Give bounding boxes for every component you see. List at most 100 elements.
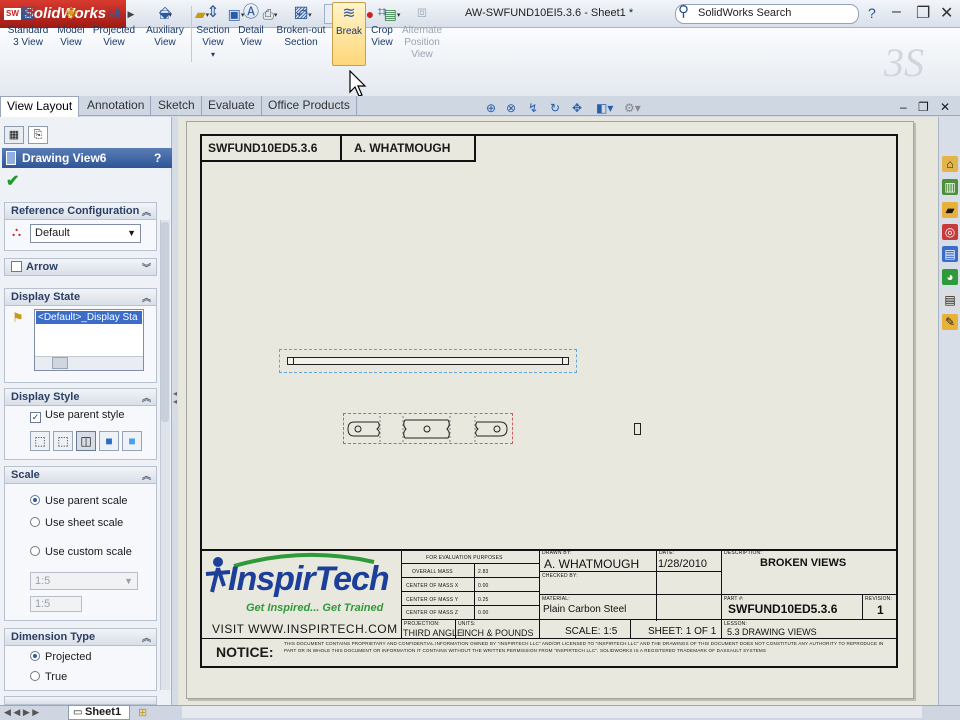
use-parent-scale-radio[interactable]: Use parent scale	[30, 495, 128, 507]
tab-office-products[interactable]: Office Products	[262, 96, 357, 116]
part-number-box: SWFUND10ED5.3.6	[200, 134, 342, 162]
file-explorer-icon[interactable]: ▰	[942, 202, 958, 218]
arrow-checkbox[interactable]	[11, 261, 22, 272]
alternate-position-view-icon: ⧈	[416, 4, 428, 21]
custom-properties-icon[interactable]: ▤	[942, 292, 958, 308]
tb-vline	[656, 549, 657, 621]
view-palette-icon[interactable]: ▤	[942, 246, 958, 262]
detail-view-button[interactable]: Ⓐ Detail View	[234, 2, 268, 66]
tab-nav-icons[interactable]: ◀ ◀ ▶ ▶	[4, 707, 39, 718]
search-icon[interactable]: ⚲	[678, 2, 689, 20]
wireframe-icon[interactable]: ⬚	[30, 431, 50, 451]
use-parent-style-checkbox[interactable]: ✓ Use parent style	[30, 409, 124, 423]
tab-annotation[interactable]: Annotation	[81, 96, 152, 116]
sheet-value: SHEET: 1 OF 1	[648, 626, 717, 637]
scale-combo-value: 1:5	[35, 575, 51, 587]
help-icon[interactable]: ?	[868, 5, 876, 21]
tab-sketch[interactable]: Sketch	[152, 96, 202, 116]
close-doc-icon[interactable]: ✕	[940, 100, 950, 114]
arrow-header[interactable]: Arrow ︾	[4, 258, 157, 276]
design-library-icon[interactable]: ▥	[942, 179, 958, 195]
display-state-header[interactable]: Display State ︽	[4, 288, 157, 306]
help-button[interactable]: ?	[154, 148, 161, 168]
use-custom-scale-radio[interactable]: Use custom scale	[30, 546, 132, 558]
custom-scale-field[interactable]: 1:5	[30, 596, 82, 612]
property-manager-tab-icon[interactable]: ⎘	[28, 126, 48, 144]
appearances-icon[interactable]: ◕	[942, 269, 958, 285]
tab-view-layout[interactable]: View Layout	[0, 96, 80, 117]
solidworks-forum-icon[interactable]: ✎	[942, 314, 958, 330]
restore-icon[interactable]: ❐	[916, 3, 930, 23]
rotate-icon[interactable]: ↻	[550, 101, 560, 115]
checked-by-label: CHECKED BY:	[542, 573, 578, 579]
standard-3-view-button[interactable]: ▦ Standard 3 View	[6, 2, 50, 66]
add-sheet-icon[interactable]: ⊞	[138, 706, 147, 719]
dropdown-arrow-icon[interactable]: ▾	[211, 50, 215, 59]
dimension-type-header[interactable]: Dimension Type ︽	[4, 628, 157, 646]
auxiliary-view-button[interactable]: ⬙ Auxiliary View	[142, 2, 188, 66]
previous-view-icon[interactable]: ↯	[528, 101, 538, 115]
radio-label: Use custom scale	[45, 546, 132, 558]
hidden-lines-removed-icon[interactable]: ◫	[76, 431, 96, 451]
ok-checkmark-icon[interactable]: ✔	[6, 171, 19, 191]
custom-scale-select[interactable]: 1:5 ▼	[30, 572, 138, 590]
configuration-select[interactable]: Default ▼	[30, 224, 141, 243]
collapse-icon[interactable]: ︽	[142, 204, 151, 220]
checkbox-checked[interactable]: ✓	[30, 412, 41, 423]
pan-icon[interactable]: ✥	[572, 101, 582, 115]
drawn-by-value: A. WHATMOUGH	[544, 557, 640, 571]
section-view-button[interactable]: ⇕ Section View ▾	[194, 2, 232, 66]
toolbar-separator	[191, 6, 192, 62]
restore-doc-icon[interactable]: ❐	[918, 100, 929, 114]
display-style-icon[interactable]: ◧▾	[596, 101, 613, 115]
projected-view-button[interactable]: ⧉ Projected View	[90, 2, 138, 66]
feature-manager-tab-icon[interactable]: ▦	[4, 126, 24, 144]
solidworks-resources-icon[interactable]: ⌂	[942, 156, 958, 172]
view-settings-icon[interactable]: ⚙▾	[624, 101, 641, 115]
tb-hline	[401, 605, 539, 606]
horizontal-scrollbar[interactable]	[182, 706, 922, 718]
display-style-header[interactable]: Display Style ︽	[4, 388, 157, 406]
configuration-icon: ⛬	[12, 224, 22, 239]
search-results-icon[interactable]: ◎	[942, 224, 958, 240]
display-state-item[interactable]: <Default>_Display Sta	[36, 311, 142, 324]
shaded-icon[interactable]: ■	[122, 431, 142, 451]
scrollbar-thumb[interactable]	[52, 357, 68, 369]
collapse-icon[interactable]: ︽	[142, 630, 151, 646]
reference-configuration-header[interactable]: Reference Configuration ︽	[4, 202, 157, 220]
scale-header[interactable]: Scale ︽	[4, 466, 157, 484]
tab-evaluate[interactable]: Evaluate	[202, 96, 262, 116]
radio-label: Use sheet scale	[45, 517, 124, 529]
cosmetic-thread-header[interactable]	[4, 696, 157, 705]
projected-radio[interactable]: Projected	[30, 651, 91, 663]
break-button[interactable]: ≋ Break	[332, 2, 366, 66]
true-radio[interactable]: True	[30, 671, 67, 683]
standard-3-view-icon: ▦	[20, 4, 36, 21]
broken-out-section-button[interactable]: ▨ Broken-out Section	[272, 2, 330, 66]
use-sheet-scale-radio[interactable]: Use sheet scale	[30, 517, 123, 529]
bar-edge-line	[562, 357, 563, 365]
hidden-lines-visible-icon[interactable]: ⬚	[53, 431, 73, 451]
minimize-doc-icon[interactable]: –	[900, 100, 907, 114]
collapse-icon[interactable]: ︽	[142, 390, 151, 406]
collapse-icon[interactable]: ︽	[142, 290, 151, 306]
alternate-position-view-button[interactable]: ⧈ Alternate Position View	[398, 2, 446, 66]
close-icon[interactable]: ✕	[940, 3, 953, 23]
crop-view-button[interactable]: ⌗ Crop View	[368, 2, 396, 66]
model-view-button[interactable]: ◈ Model View	[54, 2, 88, 66]
panel-scrollbar-thumb[interactable]	[161, 222, 169, 422]
notice-line	[200, 638, 898, 639]
shaded-with-edges-icon[interactable]: ■	[99, 431, 119, 451]
zoom-area-icon[interactable]: ⊗	[506, 101, 516, 115]
part-value: SWFUND10ED5.3.6	[728, 602, 838, 616]
units-label: UNITS:	[458, 621, 476, 627]
tb-hline	[539, 571, 721, 572]
scale-value: SCALE: 1:5	[565, 626, 618, 637]
collapse-icon[interactable]: ︽	[142, 468, 151, 484]
zoom-to-fit-icon[interactable]: ⊕	[486, 101, 496, 115]
minimize-icon[interactable]: –	[892, 3, 901, 21]
expand-icon[interactable]: ︾	[142, 260, 151, 276]
radio-label: Use parent scale	[45, 495, 128, 507]
break-icon: ≋	[342, 5, 356, 22]
chevron-down-icon: ▼	[127, 228, 136, 238]
